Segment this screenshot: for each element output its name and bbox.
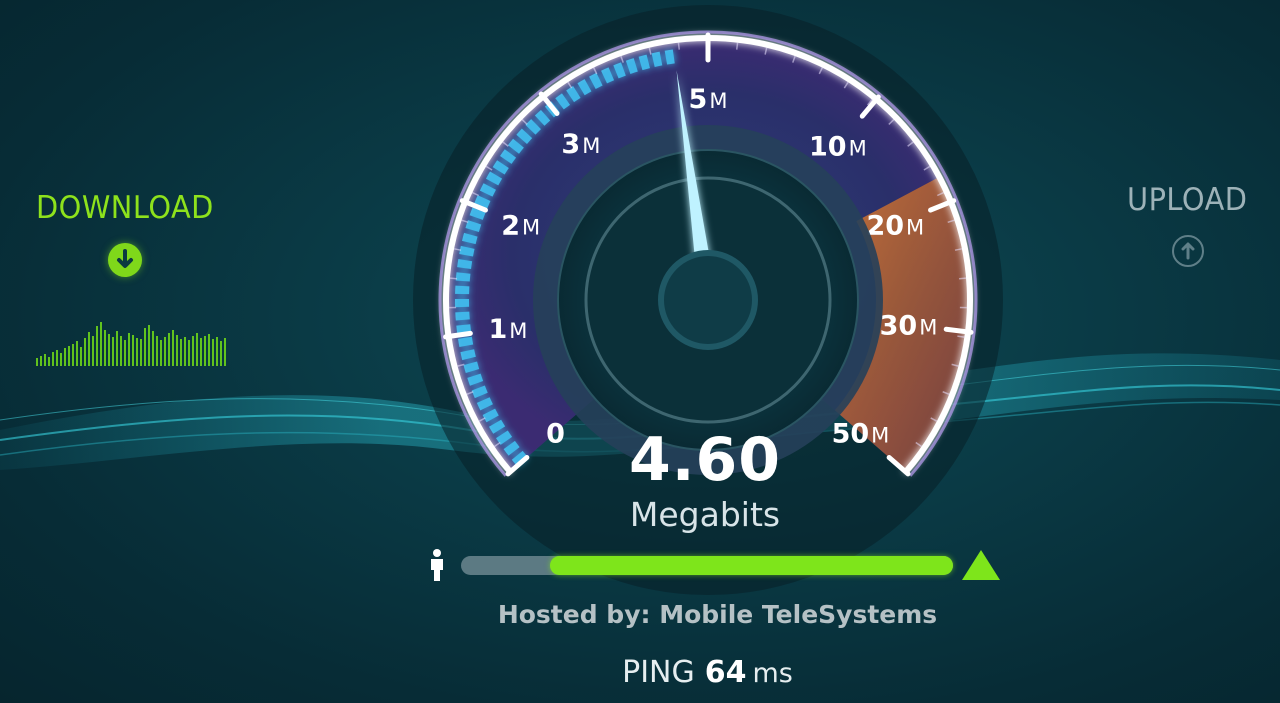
- download-graph-bar: [212, 339, 214, 366]
- download-graph-bar: [156, 336, 158, 366]
- download-graph-bar: [184, 337, 186, 366]
- ping-label: PING: [622, 655, 695, 690]
- speedtest-stage: 01M2M3M5M10M20M30M50M: [0, 5, 1280, 595]
- download-graph-bar: [36, 358, 38, 366]
- download-graph-bar: [96, 326, 98, 366]
- ping-unit: ms: [752, 658, 793, 689]
- ping-readout: PING 64 ms: [600, 655, 815, 690]
- gauge-tick-label: 20M: [866, 210, 924, 241]
- download-graph-bar: [44, 354, 46, 366]
- person-icon: [428, 548, 446, 586]
- download-graph-bar: [204, 336, 206, 366]
- download-graph-bar: [200, 338, 202, 366]
- download-graph-bar: [112, 337, 114, 366]
- download-graph-bar: [52, 352, 54, 366]
- download-graph-bar: [120, 336, 122, 366]
- download-graph-bar: [104, 330, 106, 366]
- download-graph-bar: [220, 341, 222, 366]
- download-graph-bar: [208, 334, 210, 366]
- download-graph-bar: [144, 328, 146, 366]
- download-graph-bar: [180, 339, 182, 366]
- download-graph-bar: [168, 333, 170, 366]
- download-graph-bar: [160, 340, 162, 366]
- download-graph-bar: [60, 353, 62, 366]
- gauge-minor-tick: [449, 277, 457, 280]
- ping-value: 64: [704, 655, 747, 690]
- gauge-minor-tick: [959, 277, 967, 280]
- download-graph-bar: [72, 344, 74, 366]
- gauge-minor-tick: [736, 42, 739, 50]
- test-progress-bar: [461, 556, 953, 575]
- download-graph-bar: [216, 337, 218, 366]
- download-graph-bar: [92, 336, 94, 366]
- download-graph-bar: [64, 348, 66, 366]
- gauge-minor-tick: [677, 42, 680, 50]
- download-graph-bar: [192, 336, 194, 366]
- download-graph-bar: [164, 337, 166, 366]
- download-graph-bar: [88, 332, 90, 366]
- download-graph-bar: [140, 339, 142, 366]
- speed-unit: Megabits: [629, 495, 781, 534]
- download-graph-bar: [108, 334, 110, 366]
- download-graph-bar: [76, 341, 78, 366]
- download-graph-bar: [176, 335, 178, 366]
- download-graph-bar: [100, 322, 102, 366]
- speed-value: 4.60: [628, 425, 782, 495]
- download-graph-bar: [128, 333, 130, 366]
- arrow-down-circle-icon: [108, 243, 142, 277]
- download-graph-bar: [80, 347, 82, 366]
- server-hosted-text[interactable]: Hosted by: Mobile TeleSystems: [380, 600, 1055, 629]
- download-graph-bar: [116, 331, 118, 366]
- gauge-tick-label: 10M: [809, 131, 867, 162]
- download-graph-bar: [40, 356, 42, 366]
- gauge-tick-label: 30M: [880, 311, 938, 342]
- download-graph-bar: [124, 340, 126, 366]
- download-graph-bar: [56, 350, 58, 366]
- download-graph-bar: [196, 333, 198, 366]
- download-graph-bar: [188, 340, 190, 366]
- gauge-minor-tick: [957, 335, 965, 338]
- download-graph-bar: [148, 325, 150, 366]
- triangle-icon: [960, 548, 1002, 586]
- test-progress-fill: [549, 556, 953, 575]
- download-graph-bar: [136, 338, 138, 366]
- gauge-hub: [658, 250, 758, 350]
- download-activity-graph: [36, 322, 226, 366]
- download-graph-bar: [172, 330, 174, 366]
- arrow-up-circle-icon: [1172, 235, 1204, 267]
- gauge-major-tick: [443, 330, 473, 340]
- gauge-major-tick: [943, 326, 974, 335]
- download-graph-bar: [152, 331, 154, 366]
- download-graph-bar: [68, 346, 70, 366]
- upload-label: UPLOAD: [1127, 182, 1248, 218]
- download-graph-bar: [84, 338, 86, 366]
- download-graph-bar: [132, 335, 134, 366]
- download-graph-bar: [48, 357, 50, 366]
- download-graph-bar: [224, 338, 226, 366]
- download-label: DOWNLOAD: [36, 190, 214, 226]
